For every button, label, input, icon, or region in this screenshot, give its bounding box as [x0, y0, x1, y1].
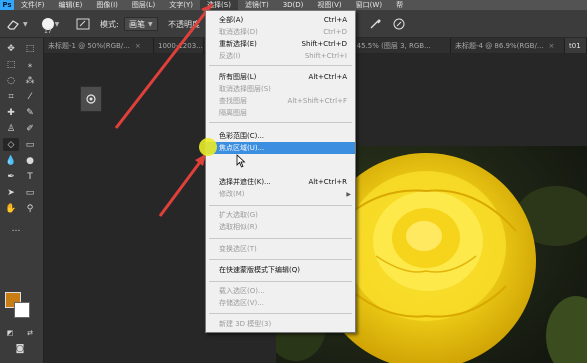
menu-item-select-and-mask[interactable]: 选择并遮住(K)... Alt+Ctrl+R: [206, 176, 355, 188]
menu-item-new-3d-model[interactable]: 新建 3D 模型(3): [206, 318, 355, 330]
mouse-cursor-icon: [236, 154, 246, 168]
menu-item-similar[interactable]: 选取相似(R): [206, 221, 355, 233]
menu-separator: [209, 65, 352, 66]
menu-separator: [209, 281, 352, 282]
menu-separator: [209, 313, 352, 314]
menu-item-load-selection[interactable]: 载入选区(O)...: [206, 285, 355, 297]
menu-separator: [209, 238, 352, 239]
menu-item-save-selection[interactable]: 存储选区(V)...: [206, 297, 355, 309]
menu-separator: [209, 122, 352, 123]
menu-item-select-all[interactable]: 全部(A) Ctrl+A: [206, 14, 355, 26]
menu-item-reselect[interactable]: 重新选择(E) Shift+Ctrl+D: [206, 38, 355, 50]
menu-item-deselect-layers[interactable]: 取消选择图层(S): [206, 83, 355, 95]
submenu-arrow-icon: ▶: [346, 190, 351, 198]
menu-item-quick-mask[interactable]: 在快速蒙版模式下编辑(Q): [206, 264, 355, 276]
menu-item-modify[interactable]: 修改(M) ▶: [206, 188, 355, 200]
menu-item-focus-area[interactable]: 焦点区域(U)...: [206, 142, 355, 154]
menu-item-all-layers[interactable]: 所有图层(L) Alt+Ctrl+A: [206, 71, 355, 83]
menu-item-find-layers[interactable]: 查找图层 Alt+Shift+Ctrl+F: [206, 95, 355, 107]
menu-item-deselect[interactable]: 取消选择(D) Ctrl+D: [206, 26, 355, 38]
menu-item-transform-selection[interactable]: 变换选区(T): [206, 243, 355, 255]
menu-item-grow[interactable]: 扩大选取(G): [206, 209, 355, 221]
menu-separator: [209, 259, 352, 260]
menu-item-inverse[interactable]: 反选(I) Shift+Ctrl+I: [206, 50, 355, 62]
menu-item-isolate-layers[interactable]: 隔离图层: [206, 107, 355, 119]
menu-separator: [209, 205, 352, 206]
menu-item-color-range[interactable]: 色彩范围(C)...: [206, 130, 355, 142]
photoshop-window: Ps 文件(F) 编辑(E) 图像(I) 图层(L) 文字(Y) 选择(S) 滤…: [0, 0, 587, 363]
cursor-highlight: [199, 138, 217, 156]
select-menu-dropdown: 全部(A) Ctrl+A 取消选择(D) Ctrl+D 重新选择(E) Shift+C…: [205, 10, 356, 333]
